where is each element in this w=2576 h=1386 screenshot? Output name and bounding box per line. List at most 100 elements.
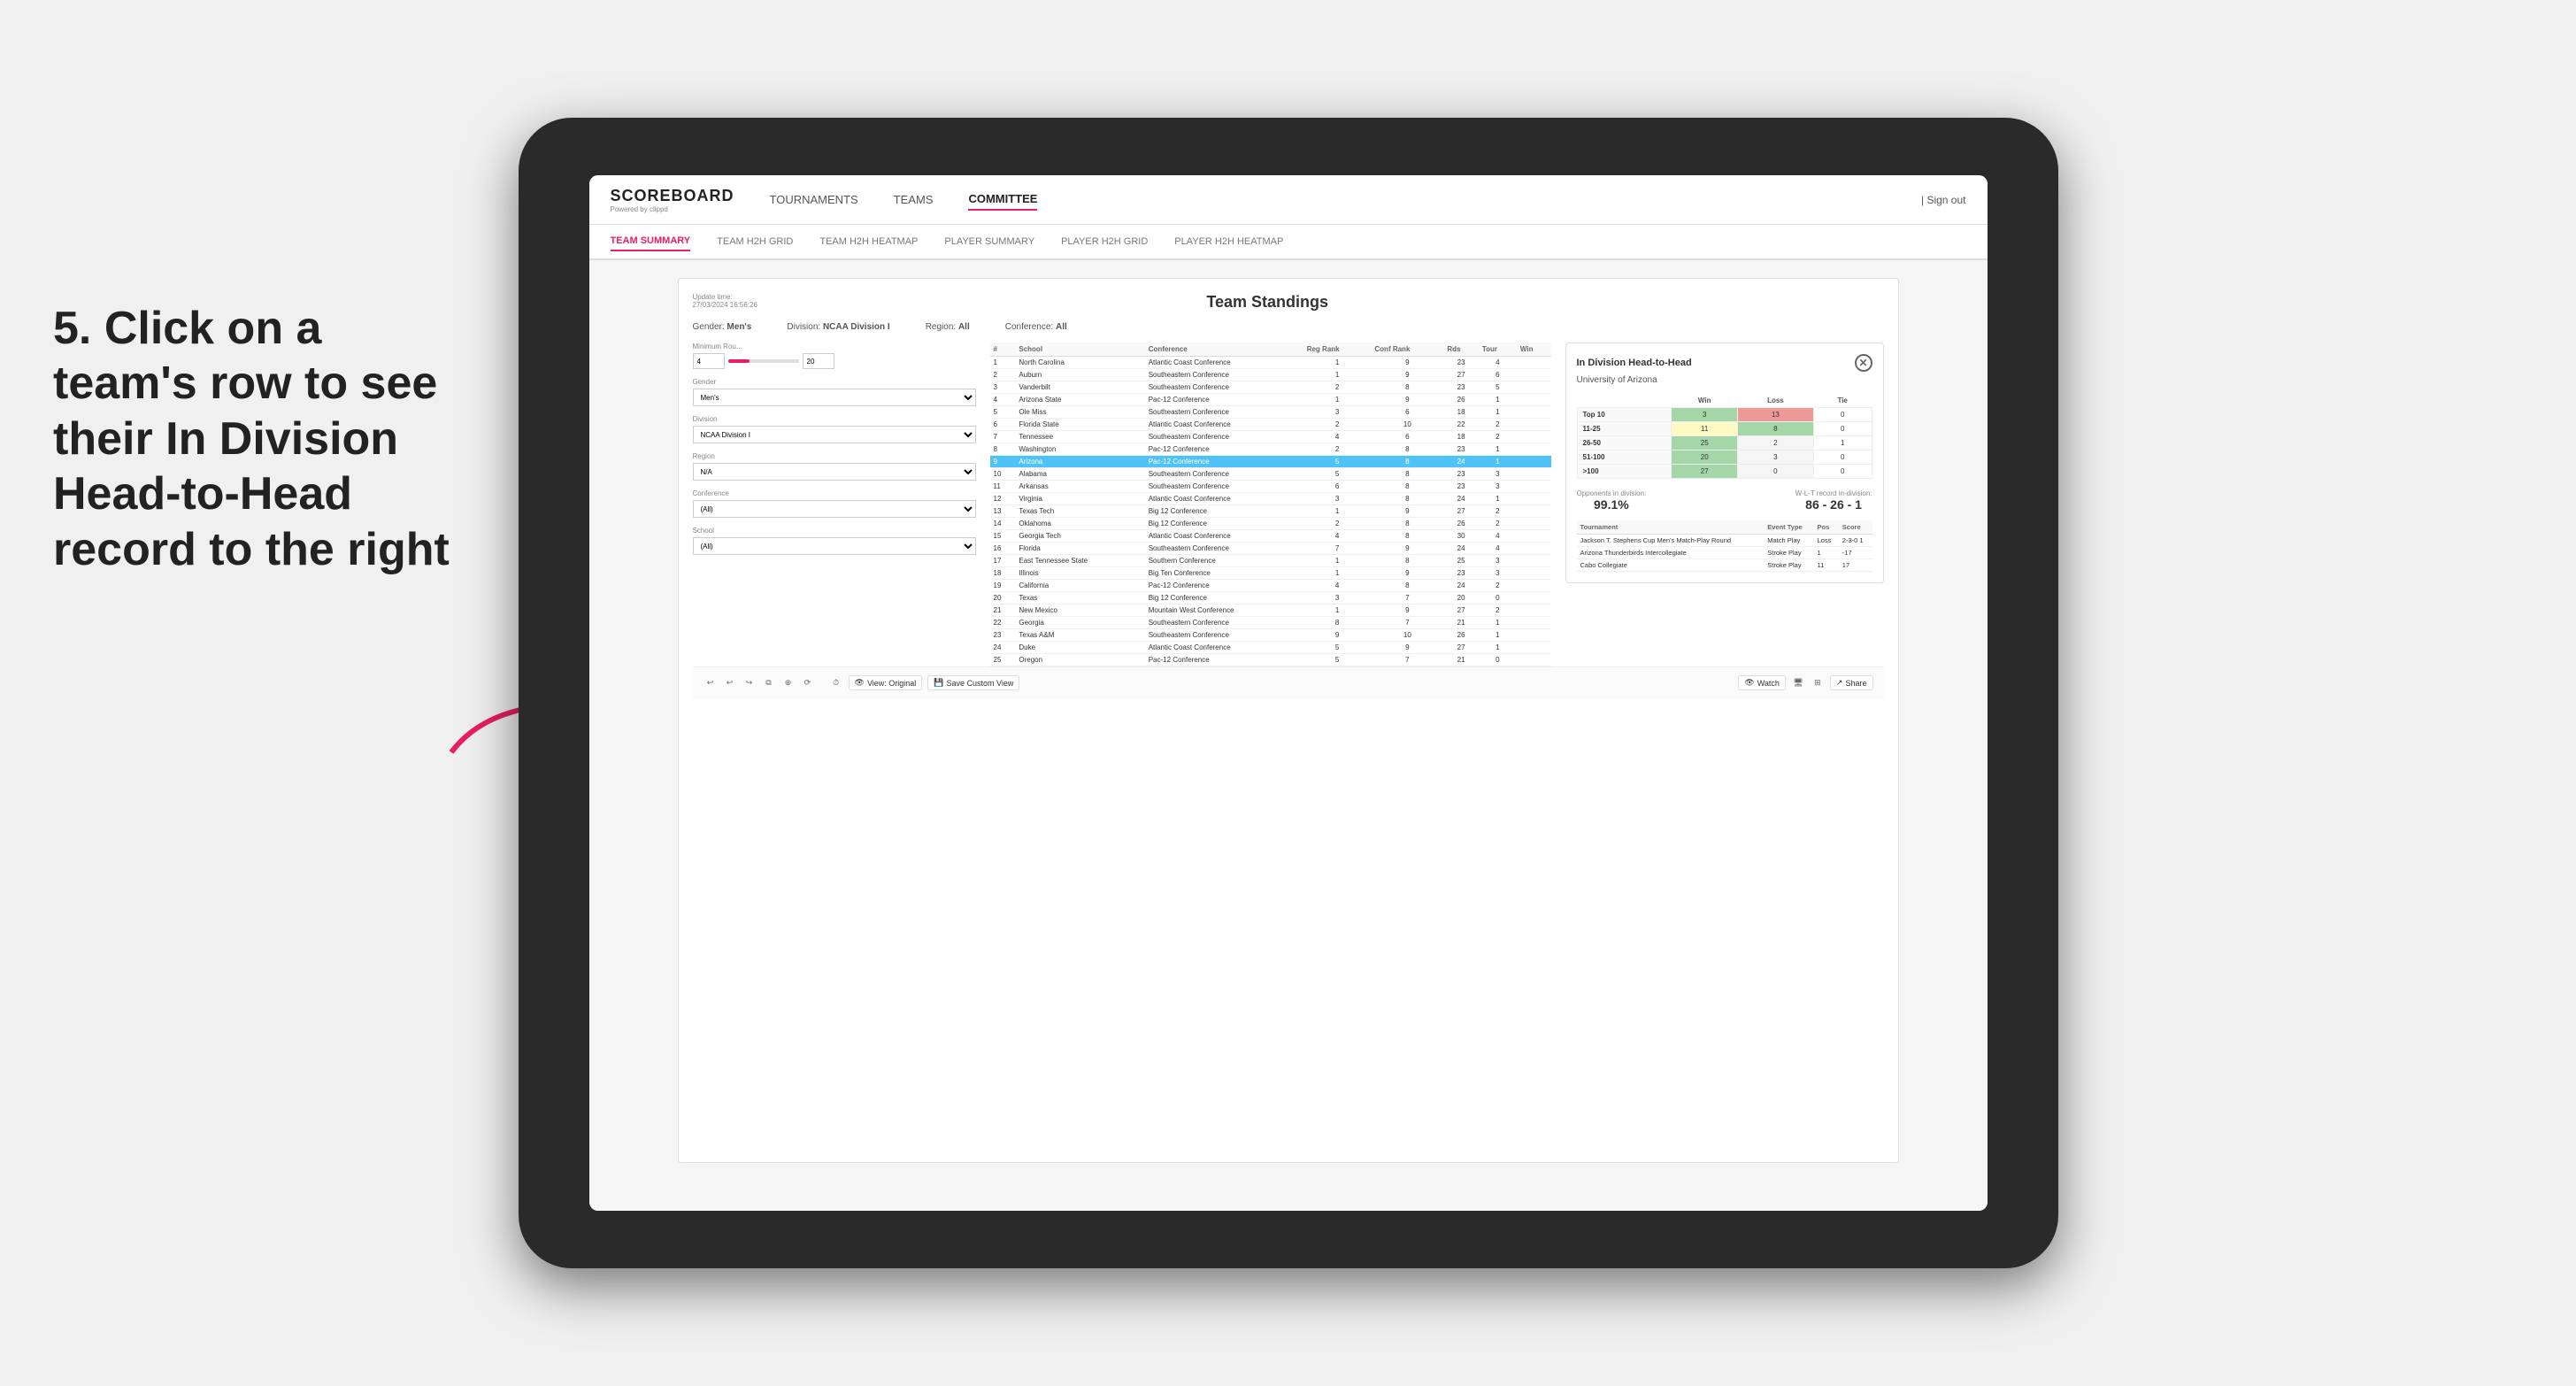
record-value: 86 - 26 - 1 <box>1796 497 1872 512</box>
h2h-close-button[interactable]: ✕ <box>1855 354 1872 372</box>
min-rounds-input[interactable] <box>693 353 725 369</box>
table-row[interactable]: 14 Oklahoma Big 12 Conference 2 8 26 2 <box>990 518 1551 530</box>
table-row[interactable]: 1 North Carolina Atlantic Coast Conferen… <box>990 357 1551 369</box>
cell-num: 21 <box>990 604 1016 617</box>
cell-rds: 24 <box>1443 543 1478 555</box>
tourn-pos: 11 <box>1814 559 1839 572</box>
division-select[interactable]: NCAA Division I <box>693 426 976 443</box>
table-row[interactable]: 3 Vanderbilt Southeastern Conference 2 8… <box>990 381 1551 394</box>
cell-conference: Southeastern Conference <box>1145 381 1303 394</box>
cell-num: 10 <box>990 468 1016 481</box>
division-section: Division NCAA Division I <box>693 415 976 443</box>
h2h-loss-cell: 13 <box>1737 408 1813 422</box>
table-row[interactable]: 15 Georgia Tech Atlantic Coast Conferenc… <box>990 530 1551 543</box>
table-row[interactable]: 16 Florida Southeastern Conference 7 9 2… <box>990 543 1551 555</box>
cell-win <box>1517 369 1551 381</box>
h2h-title: In Division Head-to-Head ✕ <box>1577 354 1872 372</box>
cell-win <box>1517 530 1551 543</box>
table-row[interactable]: 12 Virginia Atlantic Coast Conference 3 … <box>990 493 1551 505</box>
paste-button[interactable]: ⊕ <box>781 676 796 690</box>
table-row[interactable]: 19 California Pac-12 Conference 4 8 24 2 <box>990 580 1551 592</box>
monitor-icon: 🖥 <box>1791 676 1805 690</box>
region-select[interactable]: N/A <box>693 463 976 481</box>
col-reg-rank: Reg Rank <box>1303 343 1372 357</box>
min-rounds-max-input[interactable] <box>803 353 834 369</box>
table-row[interactable]: 4 Arizona State Pac-12 Conference 1 9 26… <box>990 394 1551 406</box>
sub-nav-player-summary[interactable]: PLAYER SUMMARY <box>944 233 1034 250</box>
table-row[interactable]: 7 Tennessee Southeastern Conference 4 6 … <box>990 431 1551 443</box>
cell-rds: 27 <box>1443 505 1478 518</box>
cell-school: Arkansas <box>1015 481 1144 493</box>
share-button[interactable]: ↗ Share <box>1830 675 1873 690</box>
view-original-button[interactable]: 👁 View: Original <box>849 675 923 690</box>
cell-num: 22 <box>990 617 1016 629</box>
tourn-name: Cabo Collegiate <box>1577 559 1765 572</box>
cell-num: 11 <box>990 481 1016 493</box>
sub-nav-team-h2h-heatmap[interactable]: TEAM H2H HEATMAP <box>819 233 918 250</box>
right-panel: In Division Head-to-Head ✕ University of… <box>1565 343 1884 666</box>
cell-num: 4 <box>990 394 1016 406</box>
cell-win <box>1517 629 1551 642</box>
redo-button[interactable]: ↪ <box>742 676 757 690</box>
table-row[interactable]: 11 Arkansas Southeastern Conference 6 8 … <box>990 481 1551 493</box>
table-row[interactable]: 5 Ole Miss Southeastern Conference 3 6 1… <box>990 406 1551 419</box>
sub-nav-player-h2h-heatmap[interactable]: PLAYER H2H HEATMAP <box>1174 233 1283 250</box>
refresh-button[interactable]: ⟳ <box>801 676 815 690</box>
nav-item-teams[interactable]: TEAMS <box>894 189 934 210</box>
h2h-range-label: 26-50 <box>1577 436 1672 450</box>
nav-item-committee[interactable]: COMMITTEE <box>968 189 1037 211</box>
table-row[interactable]: 24 Duke Atlantic Coast Conference 5 9 27… <box>990 642 1551 654</box>
h2h-panel: In Division Head-to-Head ✕ University of… <box>1565 343 1884 583</box>
cell-conference: Southern Conference <box>1145 555 1303 567</box>
table-row[interactable]: 6 Florida State Atlantic Coast Conferenc… <box>990 419 1551 431</box>
gender-select[interactable]: Men's <box>693 389 976 406</box>
copy-button[interactable]: ⧉ <box>762 676 776 690</box>
sub-nav-player-h2h-grid[interactable]: PLAYER H2H GRID <box>1061 233 1148 250</box>
cell-school: Oklahoma <box>1015 518 1144 530</box>
sign-out-link[interactable]: | Sign out <box>1921 194 1966 206</box>
sub-nav-team-summary[interactable]: TEAM SUMMARY <box>611 232 691 251</box>
table-row[interactable]: 10 Alabama Southeastern Conference 5 8 2… <box>990 468 1551 481</box>
table-row[interactable]: 9 Arizona Pac-12 Conference 5 8 24 1 <box>990 456 1551 468</box>
table-row[interactable]: 8 Washington Pac-12 Conference 2 8 23 1 <box>990 443 1551 456</box>
cell-reg-rank: 6 <box>1303 481 1372 493</box>
table-row[interactable]: 23 Texas A&M Southeastern Conference 9 1… <box>990 629 1551 642</box>
table-row[interactable]: 2 Auburn Southeastern Conference 1 9 27 … <box>990 369 1551 381</box>
cell-tour: 1 <box>1479 394 1517 406</box>
watch-button[interactable]: 👁 Watch <box>1738 675 1786 690</box>
undo-button[interactable]: ↩ <box>704 676 718 690</box>
cell-win <box>1517 642 1551 654</box>
cell-reg-rank: 3 <box>1303 406 1372 419</box>
cell-rds: 23 <box>1443 443 1478 456</box>
cell-conference: Atlantic Coast Conference <box>1145 530 1303 543</box>
cell-conference: Atlantic Coast Conference <box>1145 493 1303 505</box>
cell-rds: 24 <box>1443 580 1478 592</box>
cell-reg-rank: 2 <box>1303 381 1372 394</box>
cell-reg-rank: 1 <box>1303 567 1372 580</box>
h2h-row: 26-50 25 2 1 <box>1577 436 1872 450</box>
table-row[interactable]: 21 New Mexico Mountain West Conference 1… <box>990 604 1551 617</box>
table-row[interactable]: 17 East Tennessee State Southern Confere… <box>990 555 1551 567</box>
cell-num: 9 <box>990 456 1016 468</box>
cell-reg-rank: 2 <box>1303 443 1372 456</box>
col-rds: Rds <box>1443 343 1478 357</box>
cell-win <box>1517 456 1551 468</box>
sub-nav-team-h2h-grid[interactable]: TEAM H2H GRID <box>717 233 793 250</box>
tournament-row: Cabo Collegiate Stroke Play 11 17 <box>1577 559 1872 572</box>
tourn-score: -17 <box>1839 547 1872 559</box>
conference-select[interactable]: (All) <box>693 500 976 518</box>
nav-item-tournaments[interactable]: TOURNAMENTS <box>770 189 858 210</box>
school-select[interactable]: (All) <box>693 537 976 555</box>
undo2-button[interactable]: ↩ <box>723 676 737 690</box>
table-row[interactable]: 20 Texas Big 12 Conference 3 7 20 0 <box>990 592 1551 604</box>
table-row[interactable]: 13 Texas Tech Big 12 Conference 1 9 27 2 <box>990 505 1551 518</box>
save-custom-button[interactable]: 💾 Save Custom View <box>927 675 1019 690</box>
cell-reg-rank: 1 <box>1303 369 1372 381</box>
tournament-row: Arizona Thunderbirds Intercollegiate Str… <box>1577 547 1872 559</box>
table-row[interactable]: 25 Oregon Pac-12 Conference 5 7 21 0 <box>990 654 1551 666</box>
table-row[interactable]: 18 Illinois Big Ten Conference 1 9 23 3 <box>990 567 1551 580</box>
school-select-label: School <box>693 527 976 535</box>
slider-track[interactable] <box>728 359 799 363</box>
cell-num: 16 <box>990 543 1016 555</box>
table-row[interactable]: 22 Georgia Southeastern Conference 8 7 2… <box>990 617 1551 629</box>
